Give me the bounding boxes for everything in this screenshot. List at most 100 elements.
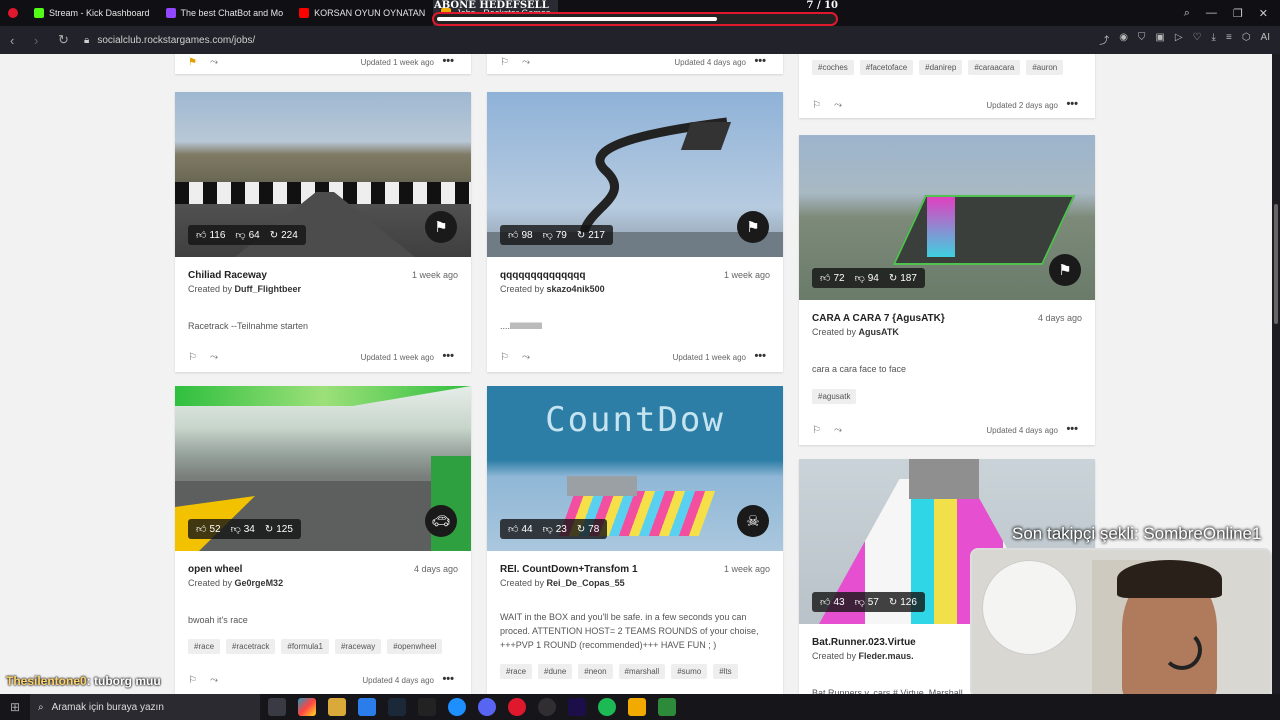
more-options-icon[interactable]: •••	[754, 350, 766, 362]
job-title[interactable]: Bat.Runner.023.Virtue	[812, 637, 916, 648]
tag[interactable]: #facetoface	[859, 60, 914, 75]
back-button[interactable]: ‹	[10, 33, 24, 48]
page-scrollbar[interactable]	[1272, 54, 1280, 694]
obs-icon[interactable]	[538, 698, 556, 716]
opera-menu-button[interactable]	[0, 0, 26, 26]
more-options-icon[interactable]: •••	[754, 55, 766, 67]
forward-button[interactable]: ›	[34, 33, 48, 48]
tag[interactable]: #agusatk	[812, 389, 857, 404]
creator-link[interactable]: AgusATK	[859, 327, 899, 337]
premiere-icon[interactable]	[568, 698, 586, 716]
more-options-icon[interactable]: •••	[442, 673, 454, 685]
epic-games-icon[interactable]	[418, 698, 436, 716]
share-icon[interactable]: ⤳	[210, 57, 218, 68]
creator-link[interactable]: Ge0rgeM32	[235, 578, 284, 588]
tab-kick[interactable]: Stream - Kick Dashboard	[26, 0, 158, 26]
more-options-icon[interactable]: •••	[442, 55, 454, 67]
tag[interactable]: #marshall	[618, 664, 666, 679]
job-card[interactable]: 👍︎ 98 👎︎ 79 ↻ 217 ⚑ qqqqqqqqqqqqqq 1 week ago…	[487, 92, 783, 372]
job-title[interactable]: open wheel	[188, 564, 242, 575]
tag[interactable]: #neon	[578, 664, 613, 679]
job-thumbnail[interactable]: CountDow 👍︎ 44 👎︎ 23 ↻ 78 ☠	[487, 386, 783, 551]
tag[interactable]: #lts	[713, 664, 738, 679]
reload-button[interactable]: ↻	[58, 32, 72, 48]
discord-icon[interactable]	[478, 698, 496, 716]
more-options-icon[interactable]: •••	[1066, 98, 1078, 110]
tag[interactable]: #auron	[1026, 60, 1064, 75]
share-icon[interactable]: ⤳	[210, 675, 218, 686]
tag[interactable]: #dune	[538, 664, 573, 679]
job-card[interactable]: CountDow 👍︎ 44 👎︎ 23 ↻ 78 ☠ REI. CountDown+Tr…	[487, 386, 783, 694]
job-card-partial[interactable]: #coches #facetoface #danirep #caraacara …	[799, 54, 1095, 118]
steam-icon[interactable]	[388, 698, 406, 716]
job-title[interactable]: REI. CountDown+Transfom 1	[500, 564, 638, 575]
creator-link[interactable]: Rei_De_Copas_55	[547, 578, 625, 588]
job-card-partial[interactable]: ⚐ ⤳ Updated 4 days ago •••	[487, 54, 783, 74]
job-title[interactable]: CARA A CARA 7 {AgusATK}	[812, 313, 945, 324]
ai-icon[interactable]: AI	[1261, 32, 1270, 47]
opera-icon[interactable]	[508, 698, 526, 716]
job-thumbnail[interactable]: 👍︎ 98 👎︎ 79 ↻ 217 ⚑	[487, 92, 783, 257]
rockstar-launcher-icon[interactable]	[628, 698, 646, 716]
play-icon[interactable]: ▷	[1175, 32, 1183, 47]
bookmark-icon[interactable]: ⚐	[812, 100, 821, 111]
job-title[interactable]: qqqqqqqqqqqqqq	[500, 270, 586, 281]
tag[interactable]: #race	[500, 664, 533, 679]
share-icon[interactable]: ⤳	[522, 352, 530, 363]
share-icon[interactable]: ⤴	[1099, 32, 1109, 47]
job-title[interactable]: Chiliad Raceway	[188, 270, 267, 281]
cube-icon[interactable]: ⬡	[1242, 32, 1251, 47]
more-options-icon[interactable]: •••	[442, 350, 454, 362]
job-card[interactable]: 👍︎ 52 👎︎ 34 ↻ 125 🚗︎ open wheel 4 days ago Cr…	[175, 386, 471, 694]
tag[interactable]: #raceway	[334, 639, 382, 654]
download-icon[interactable]: ⤓	[1212, 32, 1216, 47]
scrollbar-thumb[interactable]	[1274, 204, 1278, 324]
share-icon[interactable]: ⤳	[522, 57, 530, 68]
close-window-button[interactable]: ✕	[1259, 7, 1268, 20]
share-icon[interactable]: ⤳	[210, 352, 218, 363]
tag[interactable]: #sumo	[671, 664, 708, 679]
camera-icon[interactable]: ◉	[1119, 32, 1128, 47]
tag[interactable]: #coches	[812, 60, 854, 75]
file-explorer-icon[interactable]	[328, 698, 346, 716]
job-thumbnail[interactable]: 👍︎ 72 👎︎ 94 ↻ 187 ⚑	[799, 135, 1095, 300]
bookmark-icon[interactable]: ⚐	[500, 57, 509, 68]
job-card[interactable]: 👍︎ 116 👎︎ 64 ↻ 224 ⚑ Chiliad Raceway 1 week a…	[175, 92, 471, 372]
bookmark-icon[interactable]: ⚐	[812, 425, 821, 436]
tag[interactable]: #danirep	[919, 60, 963, 75]
tag[interactable]: #openwheel	[387, 639, 443, 654]
job-thumbnail[interactable]: 👍︎ 52 👎︎ 34 ↻ 125 🚗︎	[175, 386, 471, 551]
outlook-icon[interactable]	[358, 698, 376, 716]
tag[interactable]: #caraacara	[968, 60, 1021, 75]
task-view-icon[interactable]	[268, 698, 286, 716]
tag[interactable]: #race	[188, 639, 221, 654]
share-icon[interactable]: ⤳	[834, 100, 842, 111]
heart-icon[interactable]: ♡	[1193, 32, 1202, 47]
job-thumbnail[interactable]: 👍︎ 116 👎︎ 64 ↻ 224 ⚑	[175, 92, 471, 257]
spotify-icon[interactable]	[598, 698, 616, 716]
share-icon[interactable]: ⤳	[834, 425, 842, 436]
bookmark-icon[interactable]: ⚑	[188, 57, 197, 68]
minimize-button[interactable]: —	[1206, 7, 1217, 19]
search-tabs-icon[interactable]: ⌕	[1184, 7, 1190, 20]
creator-link[interactable]: Fleder.maus.	[859, 651, 914, 661]
creator-link[interactable]: Duff_Flightbeer	[235, 284, 302, 294]
tab-chatbot[interactable]: The best ChatBot and Mo	[158, 0, 292, 26]
shield-icon[interactable]: ⛉	[1138, 32, 1146, 47]
bookmark-icon[interactable]: ⚐	[500, 352, 509, 363]
menu-icon[interactable]: ≡	[1226, 32, 1232, 47]
tag[interactable]: #racetrack	[226, 639, 276, 654]
extensions-icon[interactable]: ▣	[1155, 32, 1164, 47]
taskbar-search[interactable]: ⌕ Aramak için buraya yazın	[30, 694, 260, 720]
bookmark-icon[interactable]: ⚐	[188, 352, 197, 363]
maximize-button[interactable]: ❐	[1233, 7, 1243, 20]
tag[interactable]: #formula1	[281, 639, 329, 654]
job-card-partial[interactable]: ⚑ ⤳ Updated 1 week ago •••	[175, 54, 471, 74]
url-field[interactable]: 🔒︎ socialclub.rockstargames.com/jobs/	[84, 35, 255, 46]
creator-link[interactable]: skazo4nik500	[547, 284, 605, 294]
bookmark-icon[interactable]: ⚐	[188, 675, 197, 686]
tab-youtube[interactable]: KORSAN OYUN OYNATAN	[291, 0, 433, 26]
app-icon[interactable]	[448, 698, 466, 716]
app-icon[interactable]	[658, 698, 676, 716]
job-card[interactable]: 👍︎ 72 👎︎ 94 ↻ 187 ⚑ CARA A CARA 7 {AgusATK} 4…	[799, 135, 1095, 445]
